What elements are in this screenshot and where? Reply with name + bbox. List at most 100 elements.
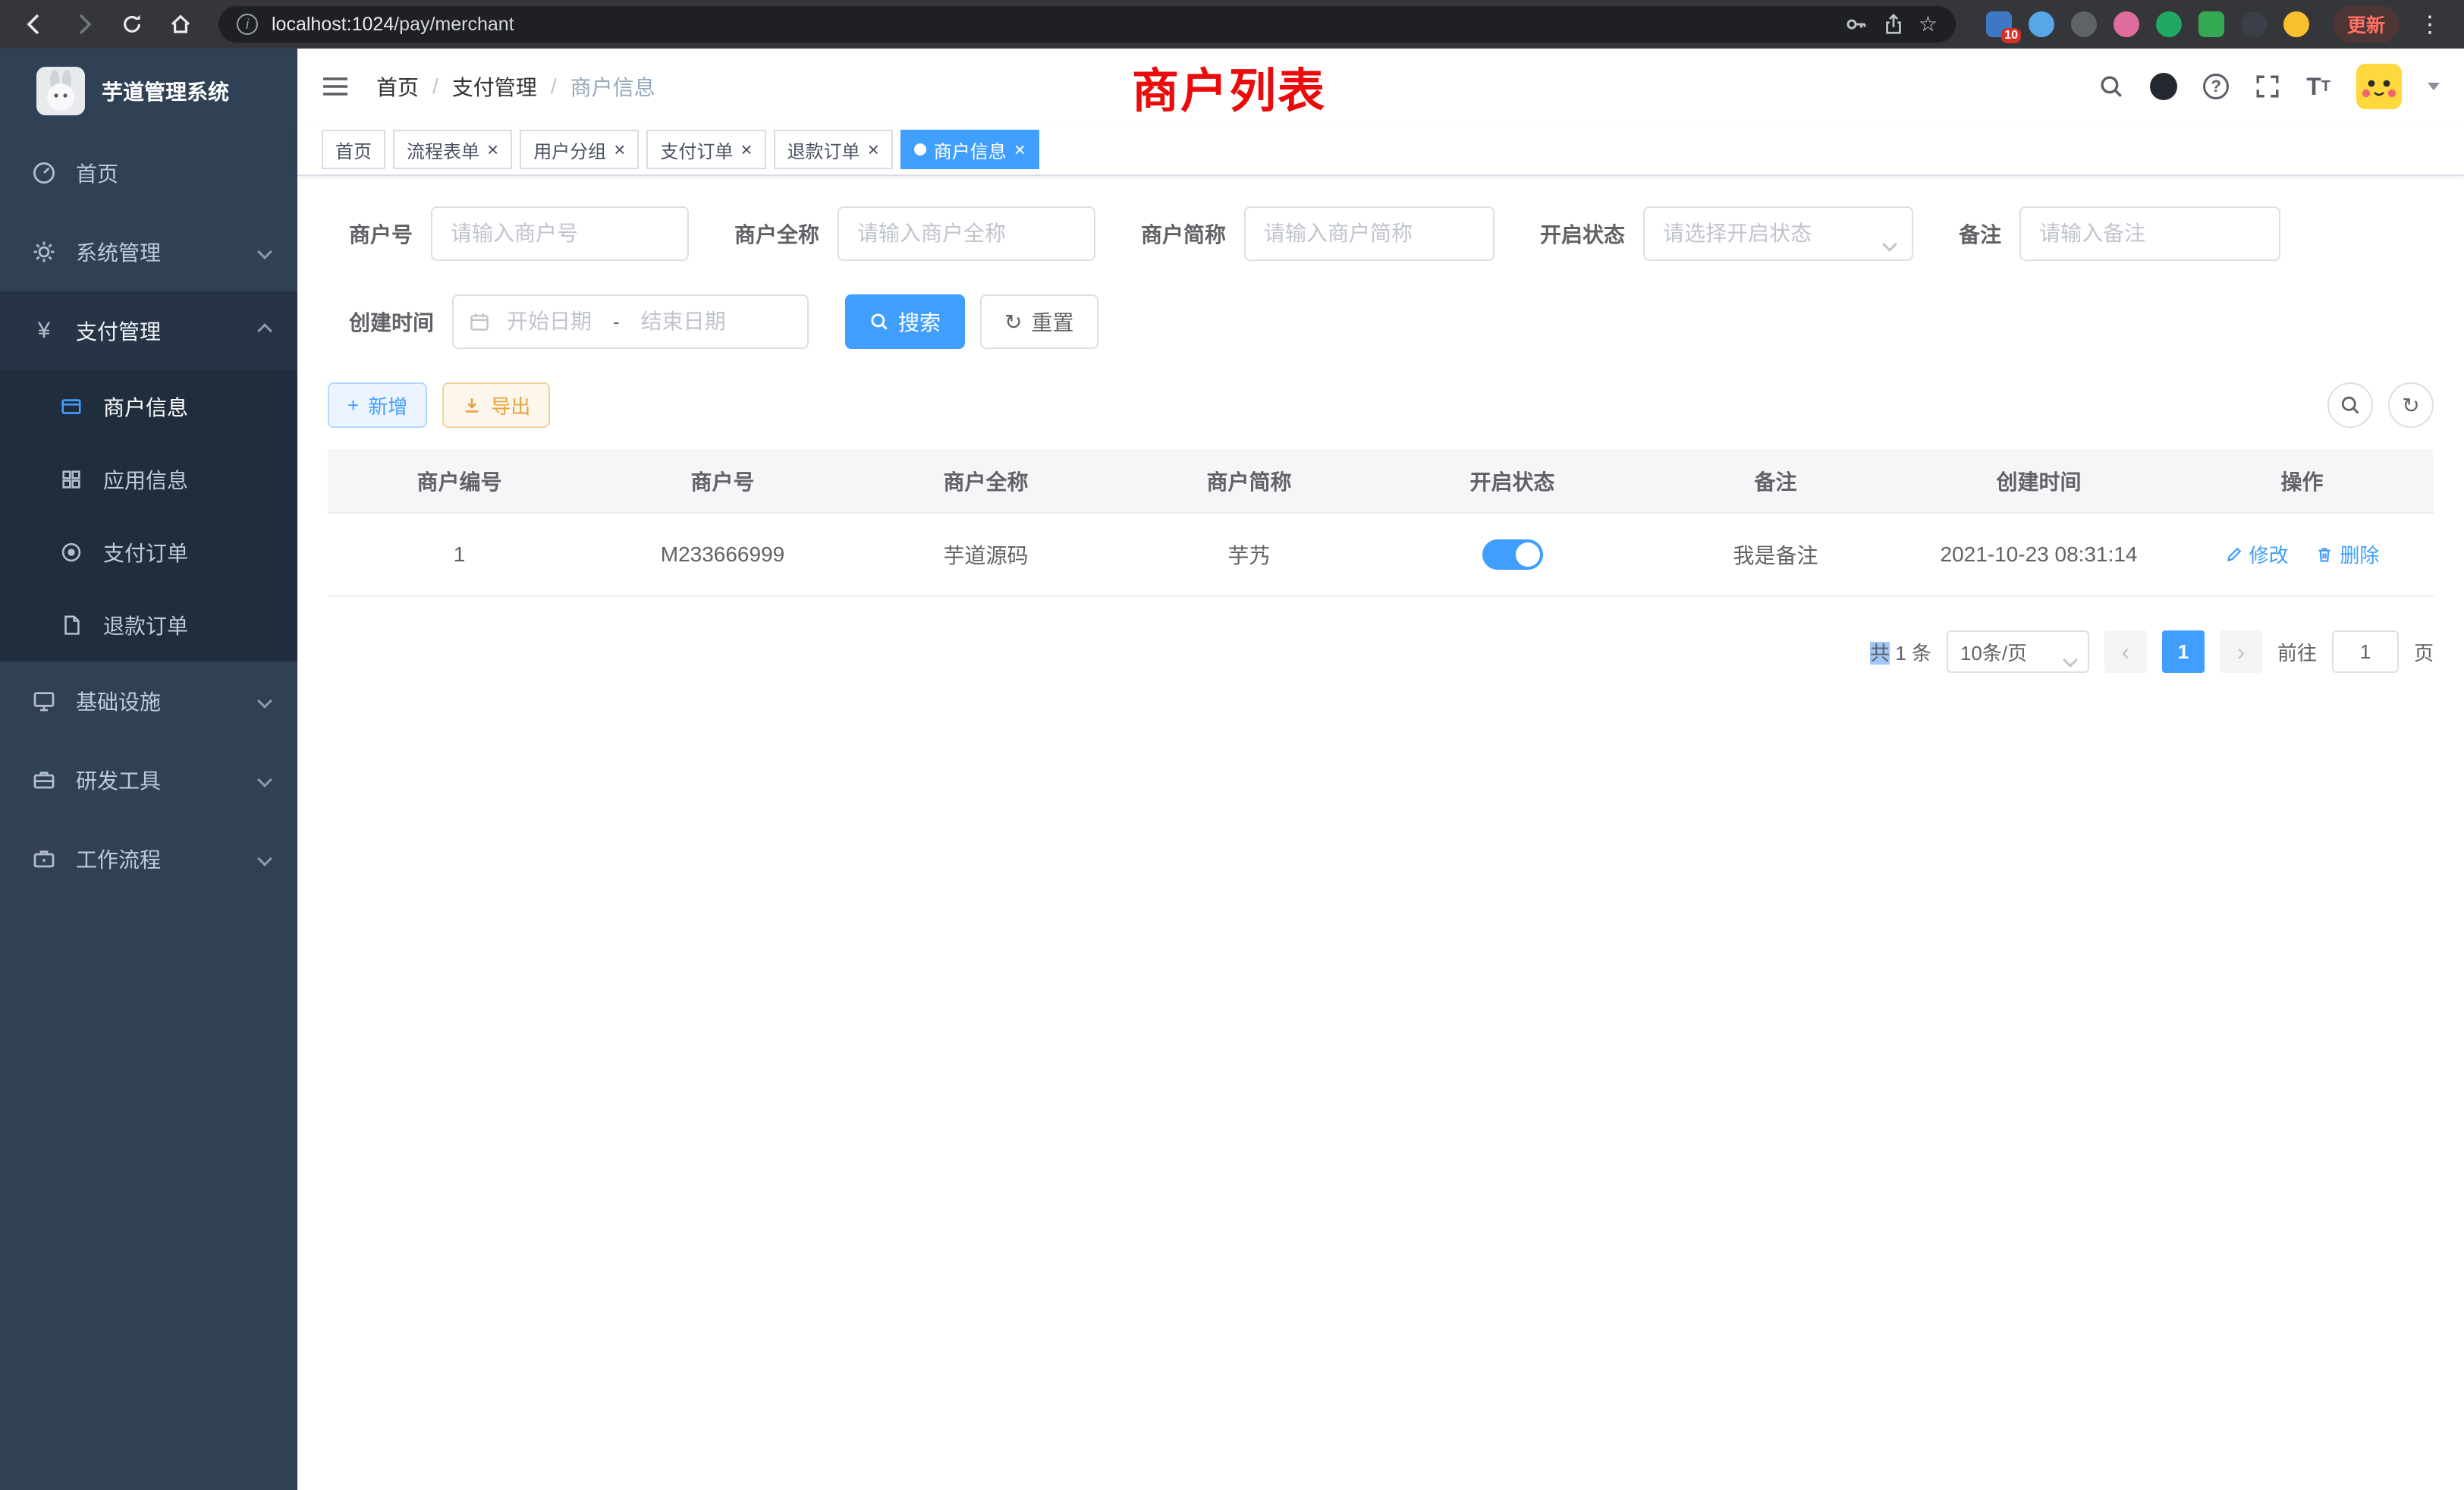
sidebar-item-refund-order[interactable]: 退款订单 (0, 589, 297, 662)
extension-icon[interactable] (2156, 11, 2182, 37)
tab-user-group[interactable]: 用户分组× (520, 130, 639, 169)
breadcrumb-payment[interactable]: 支付管理 (452, 71, 537, 102)
home-icon[interactable] (164, 8, 197, 41)
tab-home[interactable]: 首页 (322, 130, 385, 169)
total-suffix: 条 (1912, 642, 1931, 665)
share-icon[interactable] (1882, 13, 1905, 36)
chevron-up-icon (257, 323, 272, 338)
fullscreen-icon[interactable] (2255, 74, 2280, 99)
sidebar-item-home[interactable]: 首页 (0, 134, 297, 212)
delete-link[interactable]: 删除 (2315, 540, 2379, 568)
close-icon[interactable]: × (614, 140, 625, 159)
sidebar-item-devtools[interactable]: 研发工具 (0, 740, 297, 819)
close-icon[interactable]: × (740, 140, 752, 159)
url-host: localhost:1024 (272, 14, 394, 35)
close-icon[interactable]: × (868, 140, 879, 159)
github-icon[interactable] (2150, 73, 2177, 100)
forward-icon[interactable] (67, 8, 100, 41)
remark-input[interactable] (2019, 206, 2280, 261)
merchant-no-input[interactable] (431, 206, 689, 261)
sidebar-item-app-info[interactable]: 应用信息 (0, 443, 297, 516)
edit-link[interactable]: 修改 (2225, 540, 2289, 568)
extension-icon[interactable] (2198, 11, 2224, 37)
page-annotation: 商户列表 (1132, 52, 1326, 121)
cell-id: 1 (328, 513, 591, 596)
smiley-extension-icon[interactable] (2283, 11, 2309, 37)
current-page-button[interactable]: 1 (2162, 630, 2205, 673)
chevron-down-icon (2063, 652, 2078, 668)
monitor-icon (30, 689, 58, 713)
add-button[interactable]: + 新增 (328, 382, 427, 428)
tab-process-form[interactable]: 流程表单× (393, 130, 512, 169)
page-size-select[interactable]: 10条/页 (1947, 630, 2089, 673)
date-start-input[interactable] (495, 310, 604, 334)
dashboard-icon (30, 161, 58, 185)
column-header: 商户编号 (328, 449, 591, 513)
add-button-label: 新增 (368, 391, 407, 420)
date-range-picker[interactable]: - (452, 294, 809, 349)
goto-label: 前往 (2277, 638, 2317, 666)
refresh-table-button[interactable]: ↻ (2388, 382, 2434, 428)
search-icon[interactable] (2098, 74, 2124, 99)
close-icon[interactable]: × (1014, 140, 1026, 159)
sidebar-item-merchant-info[interactable]: 商户信息 (0, 370, 297, 443)
status-toggle[interactable] (1482, 539, 1543, 570)
avatar[interactable] (2356, 64, 2402, 109)
toggle-search-button[interactable] (2327, 382, 2373, 428)
remark-label: 备注 (1959, 218, 2001, 249)
column-header: 创建时间 (1907, 449, 2170, 513)
extension-icon[interactable] (2114, 11, 2139, 37)
chevron-down-icon (257, 693, 272, 709)
avatar-caret-icon[interactable] (2428, 83, 2440, 90)
export-button[interactable]: 导出 (442, 382, 550, 428)
help-icon[interactable]: ? (2203, 74, 2229, 99)
page-info-icon[interactable]: i (237, 14, 258, 35)
sidebar-item-workflow[interactable]: 工作流程 (0, 819, 297, 898)
close-icon[interactable]: × (487, 140, 498, 159)
next-page-button[interactable]: › (2220, 630, 2262, 673)
extension-icon[interactable]: 10 (1986, 11, 2012, 37)
extension-icon[interactable] (2241, 11, 2267, 37)
search-button[interactable]: 搜索 (845, 294, 965, 349)
key-icon[interactable] (1844, 12, 1868, 36)
app-body: 芋道管理系统 首页 系统管理 ¥ 支付管理 (0, 49, 2464, 1490)
sidebar-item-pay-order[interactable]: 支付订单 (0, 516, 297, 589)
sidebar-item-system[interactable]: 系统管理 (0, 212, 297, 291)
reload-icon[interactable] (115, 8, 149, 41)
extension-icon[interactable] (2029, 11, 2054, 37)
delete-label: 删除 (2340, 540, 2379, 568)
address-bar[interactable]: i localhost:1024/pay/merchant ☆ (218, 6, 1956, 42)
right-tools: ↻ (2327, 382, 2434, 428)
table-header-row: 商户编号 商户号 商户全称 商户简称 开启状态 备注 创建时间 操作 (328, 449, 2434, 513)
reset-button[interactable]: ↻ 重置 (980, 294, 1098, 349)
tab-pay-order[interactable]: 支付订单 × (646, 130, 765, 169)
font-size-icon[interactable]: TT (2306, 74, 2330, 99)
sidebar-logo[interactable]: 芋道管理系统 (0, 49, 297, 134)
tab-merchant-info[interactable]: 商户信息× (900, 130, 1039, 169)
full-name-input[interactable] (838, 206, 1095, 261)
extension-badge: 10 (2001, 28, 2021, 43)
prev-page-button[interactable]: ‹ (2104, 630, 2147, 673)
browser-menu-icon[interactable]: ⋮ (2414, 11, 2446, 38)
date-end-input[interactable] (629, 310, 738, 334)
chrome-update-button[interactable]: 更新 (2334, 6, 2399, 42)
hamburger-icon[interactable] (322, 74, 349, 99)
tab-label: 支付订单 (660, 137, 733, 163)
total-prefix: 共 (1870, 642, 1890, 665)
breadcrumb-home[interactable]: 首页 (376, 71, 419, 102)
goto-page-input[interactable] (2332, 630, 2399, 673)
sidebar-item-label: 研发工具 (76, 765, 259, 795)
sidebar-item-infra[interactable]: 基础设施 (0, 662, 297, 740)
status-select[interactable] (1643, 206, 1913, 261)
info-glyph: i (246, 17, 249, 33)
cell-create-time: 2021-10-23 08:31:14 (1907, 513, 2170, 596)
bookmark-star-icon[interactable]: ☆ (1919, 14, 1938, 35)
short-name-input[interactable] (1244, 206, 1494, 261)
tab-label: 首页 (335, 137, 372, 163)
extension-icon[interactable] (2071, 11, 2097, 37)
navbar-actions: ? TT (2098, 64, 2440, 109)
tab-refund-order[interactable]: 退款订单× (774, 130, 893, 169)
back-icon[interactable] (18, 8, 52, 41)
sidebar-item-payment[interactable]: ¥ 支付管理 (0, 291, 297, 370)
filter-row-1: 商户号 商户全称 商户简称 开启状态 (349, 206, 2434, 261)
